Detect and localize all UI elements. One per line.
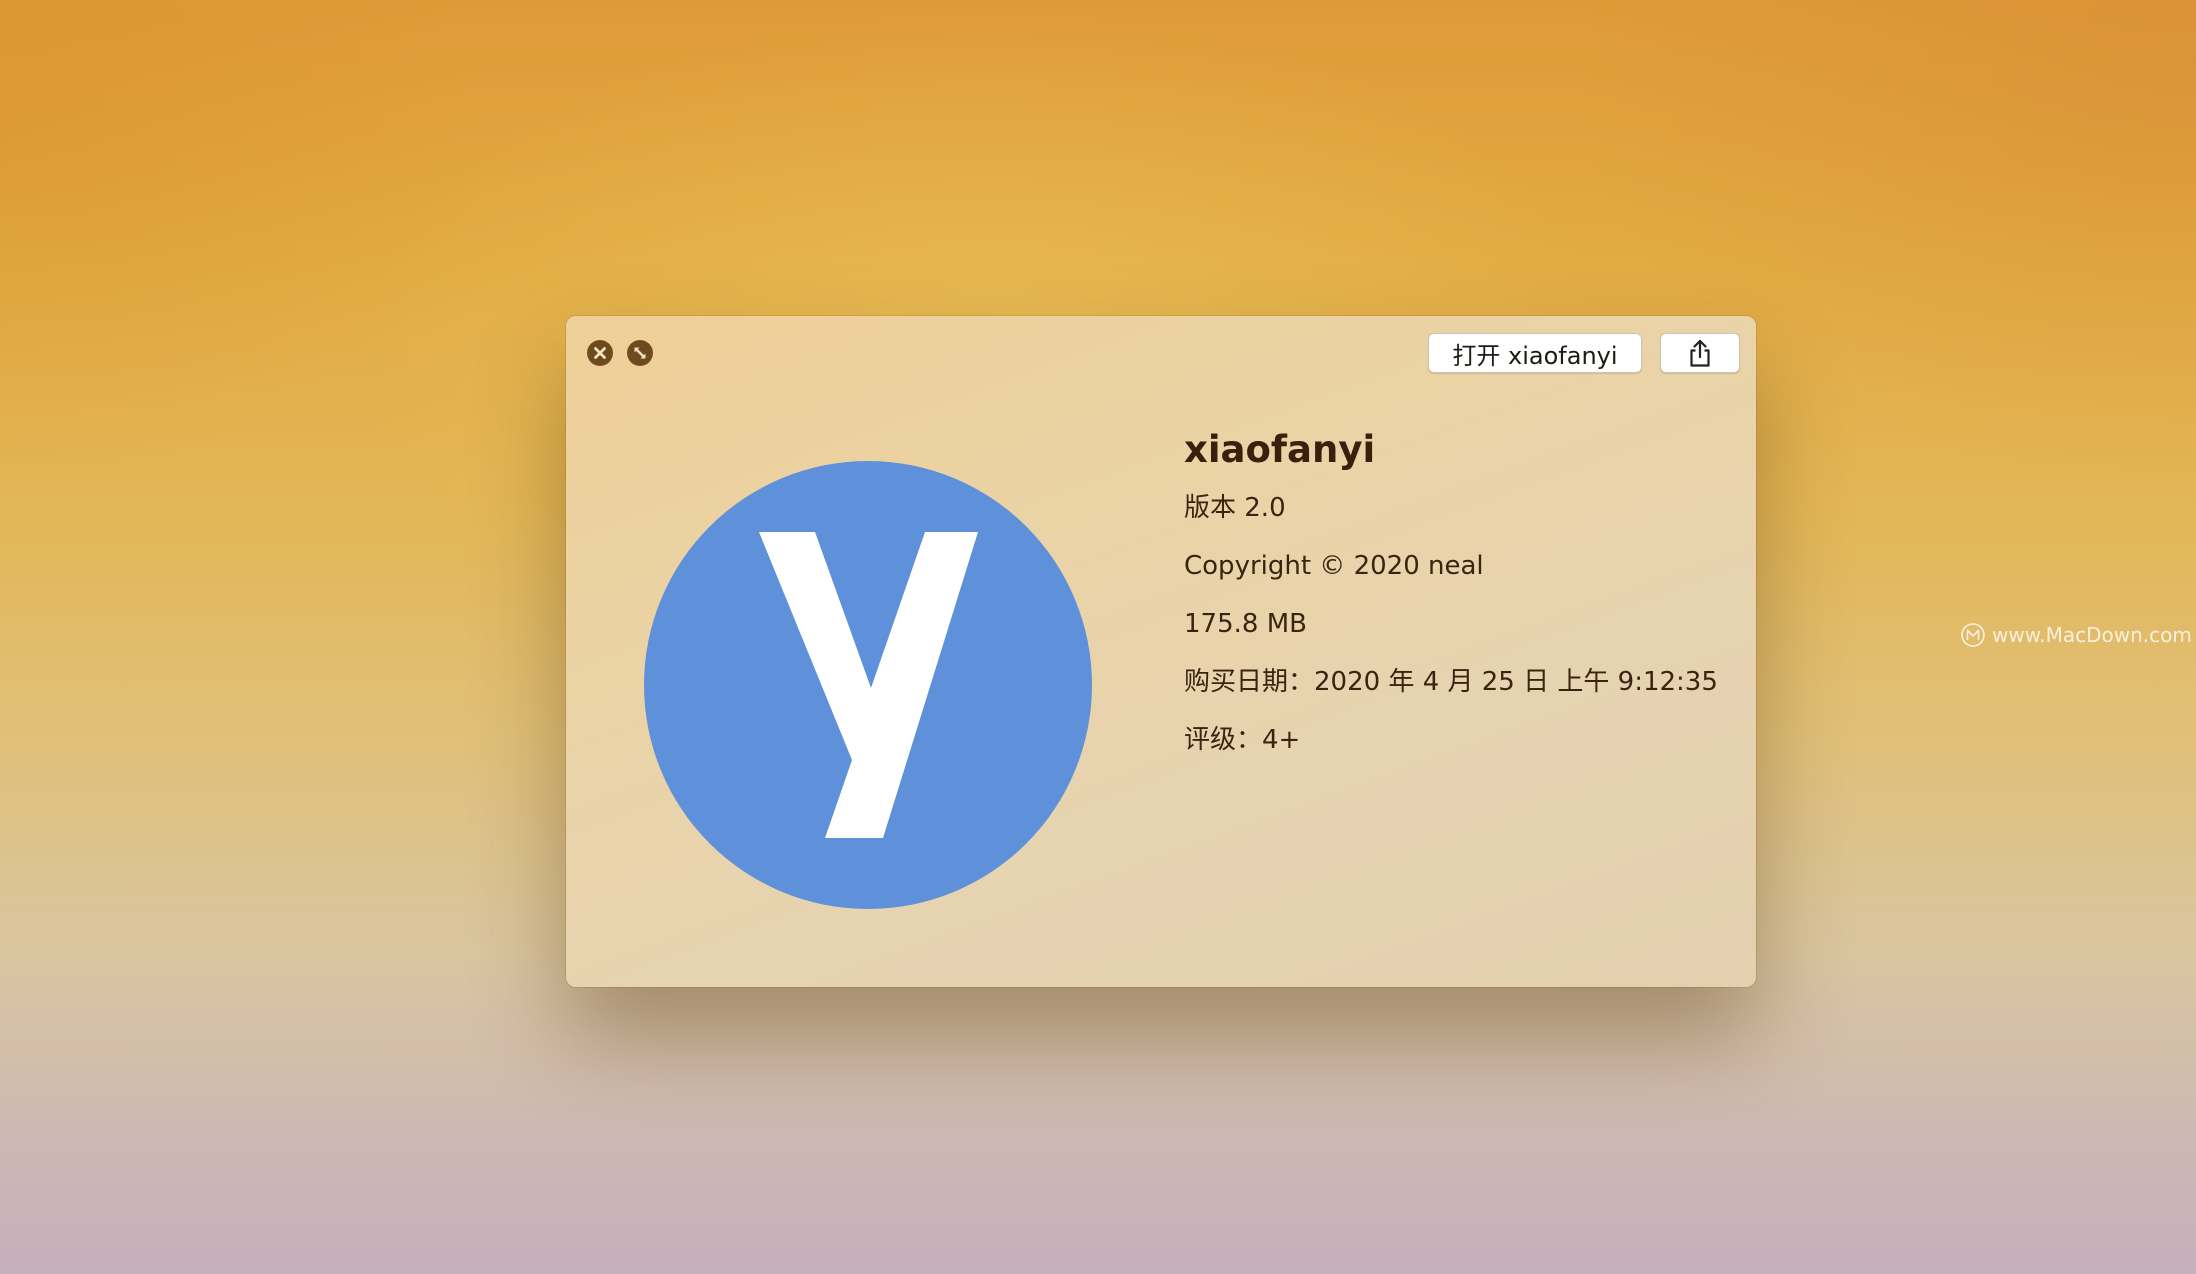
app-purchase-date: 购买日期：2020 年 4 月 25 日 上午 9:12:35 — [1184, 667, 1718, 697]
xiaofanyi-app-icon — [644, 461, 1092, 909]
watermark: www.MacDown.com — [1960, 622, 2192, 648]
share-button[interactable] — [1660, 333, 1740, 373]
app-rating: 评级：4+ — [1184, 725, 1301, 755]
close-button[interactable] — [587, 340, 613, 366]
app-name: xiaofanyi — [1184, 428, 1376, 471]
open-app-button[interactable]: 打开 xiaofanyi — [1428, 333, 1642, 373]
app-version: 版本 2.0 — [1184, 493, 1286, 523]
close-icon — [587, 340, 613, 366]
app-info: xiaofanyi 版本 2.0 Copyright © 2020 neal 1… — [1184, 426, 1744, 778]
fullscreen-icon — [627, 340, 653, 366]
quick-look-panel: 打开 xiaofanyi xiaofanyi 版本 2.0 Copyright … — [566, 316, 1756, 987]
fullscreen-button[interactable] — [627, 340, 653, 366]
app-copyright: Copyright © 2020 neal — [1184, 551, 1484, 581]
macdown-logo-icon — [1961, 623, 1985, 647]
watermark-text: www.MacDown.com — [1992, 623, 2192, 647]
share-icon — [1690, 339, 1710, 367]
app-icon — [643, 460, 1093, 910]
app-size: 175.8 MB — [1184, 609, 1307, 639]
